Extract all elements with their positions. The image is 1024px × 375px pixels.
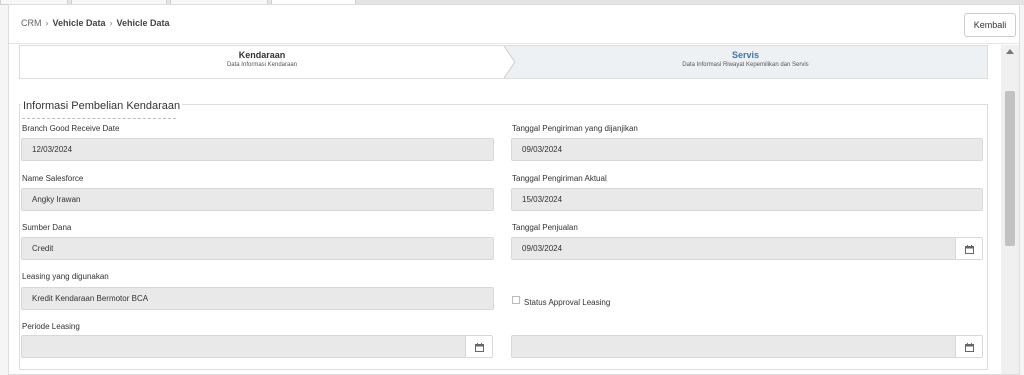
leasing-label: Leasing yang digunakan (22, 272, 109, 281)
scroll-up-arrow-icon[interactable] (1006, 49, 1014, 54)
breadcrumb: CRM › Vehicle Data › Vehicle Data (21, 18, 170, 28)
step-title: Kendaraan (238, 50, 286, 60)
sumber-dana-label: Sumber Dana (22, 223, 72, 232)
tanggal-penjualan-field[interactable]: 09/03/2024 (511, 237, 956, 260)
calendar-icon (965, 343, 974, 352)
step-subtitle: Data Informasi Riwayat Kepemilikan dan S… (682, 62, 809, 68)
step-subtitle: Data Informasi Kendaraan (226, 62, 298, 68)
tanggal-pengiriman-dijanjikan-label: Tanggal Pengiriman yang dijanjikan (512, 124, 638, 133)
back-button[interactable]: Kembali (964, 13, 1016, 37)
tanggal-penjualan-calendar-button[interactable] (955, 237, 983, 260)
branch-good-receive-date-label: Branch Good Receive Date (22, 124, 120, 133)
step-kendaraan[interactable]: Kendaraan Data Informasi Kendaraan (20, 46, 504, 78)
vertical-scrollbar[interactable] (1001, 45, 1019, 374)
name-salesforce-label: Name Salesforce (22, 174, 84, 183)
periode-leasing-end-calendar-button[interactable] (955, 335, 983, 358)
periode-leasing-end-field[interactable] (511, 335, 956, 358)
section-title: Informasi Pembelian Kendaraan (21, 100, 183, 112)
name-salesforce-field[interactable]: Angky Irawan (21, 188, 494, 211)
chevron-right-icon: › (109, 18, 113, 28)
section-title-underline (22, 118, 176, 119)
sumber-dana-field[interactable]: Credit (21, 237, 494, 260)
step-wizard: Kendaraan Data Informasi Kendaraan Servi… (19, 45, 988, 79)
chevron-right-icon: › (45, 18, 49, 28)
breadcrumb-root[interactable]: CRM (21, 18, 42, 28)
branch-good-receive-date-field[interactable]: 12/03/2024 (21, 138, 494, 161)
periode-leasing-start-calendar-button[interactable] (465, 335, 493, 358)
calendar-icon (475, 343, 484, 352)
calendar-icon (965, 245, 974, 254)
step-title: Servis (731, 50, 760, 60)
leasing-field[interactable]: Kredit Kendaraan Bermotor BCA (21, 287, 494, 310)
step-servis[interactable]: Servis Data Informasi Riwayat Kepemilika… (504, 46, 987, 78)
status-approval-leasing-label: Status Approval Leasing (524, 298, 611, 307)
tanggal-pengiriman-dijanjikan-field[interactable]: 09/03/2024 (511, 138, 983, 161)
periode-leasing-start-field[interactable] (21, 335, 466, 358)
header-divider (9, 43, 1019, 44)
step-chevron-icon (501, 46, 515, 78)
tanggal-penjualan-label: Tanggal Penjualan (512, 223, 578, 232)
tanggal-pengiriman-aktual-label: Tanggal Pengiriman Aktual (512, 174, 607, 183)
status-approval-leasing-checkbox[interactable] (512, 296, 520, 304)
scrollbar-thumb[interactable] (1005, 91, 1015, 246)
page-container: CRM › Vehicle Data › Vehicle Data Kembali Ke… (8, 4, 1020, 375)
periode-leasing-label: Periode Leasing (22, 322, 80, 331)
breadcrumb-current: Vehicle Data (116, 18, 170, 28)
breadcrumb-level1[interactable]: Vehicle Data (53, 18, 106, 28)
tanggal-pengiriman-aktual-field[interactable]: 15/03/2024 (511, 188, 983, 211)
